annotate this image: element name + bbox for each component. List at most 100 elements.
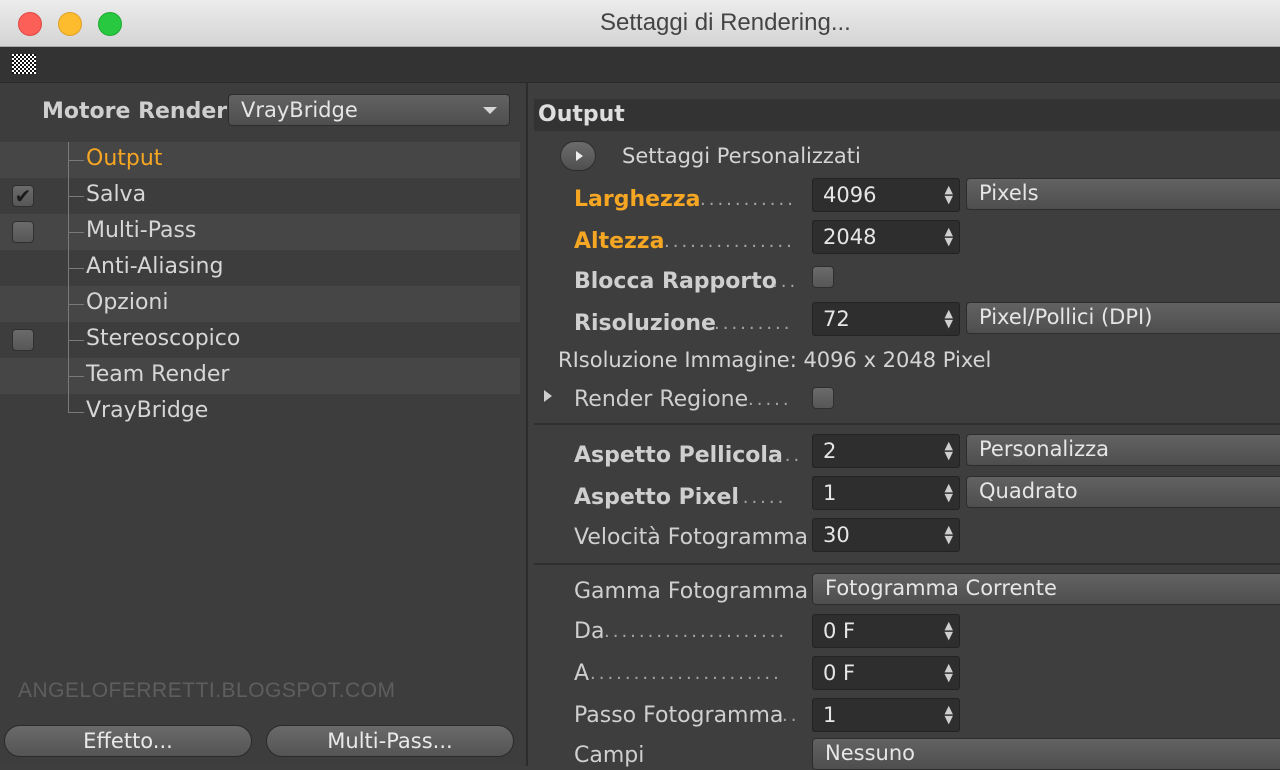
tree-connector bbox=[68, 394, 69, 412]
from-input[interactable]: 0 F ▲ ▼ bbox=[812, 614, 960, 648]
render-engine-label: Motore Render bbox=[42, 99, 228, 124]
stepper-icon[interactable]: ▲ ▼ bbox=[945, 482, 953, 503]
width-label: Larghezza bbox=[574, 187, 701, 212]
play-icon bbox=[576, 151, 583, 161]
render-engine-value: VrayBridge bbox=[241, 98, 358, 122]
width-input[interactable]: 4096 ▲ ▼ bbox=[812, 178, 960, 212]
frame-step-value: 1 bbox=[823, 703, 837, 727]
tree-item-opzioni[interactable]: Opzioni bbox=[0, 286, 520, 322]
stepper-icon[interactable]: ▲ ▼ bbox=[945, 524, 953, 545]
pixel-aspect-preset-select[interactable]: Quadrato bbox=[966, 476, 1280, 508]
leader-dots: .. bbox=[782, 705, 800, 726]
render-region-checkbox[interactable] bbox=[812, 387, 834, 409]
tree-item-team-render[interactable]: Team Render bbox=[0, 358, 520, 394]
tree-item-label: VrayBridge bbox=[86, 398, 209, 423]
minimize-window-button[interactable] bbox=[58, 12, 82, 36]
stepper-icon[interactable]: ▲ ▼ bbox=[945, 440, 953, 461]
checkmark-icon: ✔ bbox=[14, 184, 32, 208]
leader-dots: ... bbox=[776, 445, 803, 466]
tree-connector bbox=[68, 412, 84, 413]
leader-dots: ......... bbox=[714, 313, 793, 334]
width-unit-select[interactable]: Pixels bbox=[966, 178, 1280, 210]
height-label: Altezza bbox=[574, 229, 665, 254]
height-value: 2048 bbox=[823, 225, 877, 249]
fields-select[interactable]: Nessuno bbox=[812, 738, 1280, 770]
toolbar bbox=[0, 47, 1280, 83]
tree-item-label: Salva bbox=[86, 182, 147, 207]
stepper-icon[interactable]: ▲ ▼ bbox=[945, 704, 953, 725]
panel-grip-icon[interactable] bbox=[12, 54, 36, 74]
leader-dots: ...... bbox=[734, 487, 787, 508]
stepper-icon[interactable]: ▲ ▼ bbox=[945, 620, 953, 641]
from-label: Da bbox=[574, 619, 605, 644]
stepper-icon[interactable]: ▲ ▼ bbox=[945, 662, 953, 683]
output-settings-panel: Output Settaggi Personalizzati Larghezza… bbox=[528, 83, 1280, 770]
effect-button[interactable]: Effetto... bbox=[4, 725, 252, 757]
tree-connector bbox=[68, 232, 84, 233]
tree-item-label: Stereoscopico bbox=[86, 326, 241, 351]
tree-item-label: Multi-Pass bbox=[86, 218, 197, 243]
film-aspect-label: Aspetto Pellicola bbox=[574, 443, 783, 468]
tree-item-checkbox[interactable] bbox=[12, 221, 34, 243]
tree-item-salva[interactable]: ✔ Salva bbox=[0, 178, 520, 214]
stepper-icon[interactable]: ▲ ▼ bbox=[945, 226, 953, 247]
tree-connector bbox=[68, 196, 84, 197]
leader-dots: ..................... bbox=[604, 621, 788, 642]
render-settings-sidebar: Motore Render VrayBridge Output ✔ Salva Mul… bbox=[0, 83, 528, 766]
frame-range-label: Gamma Fotogramma bbox=[574, 579, 809, 604]
leader-dots: ........... bbox=[700, 189, 796, 210]
frame-range-value: Fotogramma Corrente bbox=[825, 576, 1057, 600]
pixel-aspect-input[interactable]: 1 ▲ ▼ bbox=[812, 476, 960, 510]
tree-item-anti-aliasing[interactable]: Anti-Aliasing bbox=[0, 250, 520, 286]
height-input[interactable]: 2048 ▲ ▼ bbox=[812, 220, 960, 254]
multipass-button[interactable]: Multi-Pass... bbox=[266, 725, 514, 757]
frame-rate-value: 30 bbox=[823, 523, 850, 547]
tree-item-label: Output bbox=[86, 146, 163, 171]
lock-ratio-label: Blocca Rapporto bbox=[574, 269, 777, 294]
to-label: A bbox=[574, 661, 590, 686]
maximize-window-button[interactable] bbox=[98, 12, 122, 36]
expand-arrow-icon[interactable] bbox=[544, 390, 552, 402]
preset-label: Settaggi Personalizzati bbox=[622, 144, 861, 168]
divider bbox=[534, 563, 1280, 565]
resolution-unit-select[interactable]: Pixel/Pollici (DPI) bbox=[966, 302, 1280, 334]
stepper-icon[interactable]: ▲ ▼ bbox=[945, 184, 953, 205]
stepper-icon[interactable]: ▲ ▼ bbox=[945, 308, 953, 329]
tree-item-label: Anti-Aliasing bbox=[86, 254, 224, 279]
width-unit-value: Pixels bbox=[979, 181, 1039, 205]
to-value: 0 F bbox=[823, 661, 856, 685]
to-input[interactable]: 0 F ▲ ▼ bbox=[812, 656, 960, 690]
leader-dots: ............... bbox=[664, 231, 795, 252]
divider bbox=[534, 423, 1280, 425]
film-aspect-value: 2 bbox=[823, 439, 837, 463]
window-title: Settaggi di Rendering... bbox=[600, 9, 851, 36]
tree-connector bbox=[68, 160, 84, 161]
pixel-aspect-preset-value: Quadrato bbox=[979, 479, 1078, 503]
fields-label: Campi bbox=[574, 743, 645, 768]
tree-item-checkbox[interactable]: ✔ bbox=[12, 185, 34, 207]
frame-step-input[interactable]: 1 ▲ ▼ bbox=[812, 698, 960, 732]
lock-ratio-checkbox[interactable] bbox=[812, 266, 834, 288]
tree-item-output[interactable]: Output bbox=[0, 142, 520, 178]
frame-rate-input[interactable]: 30 ▲ ▼ bbox=[812, 518, 960, 552]
preset-menu-button[interactable] bbox=[560, 141, 596, 171]
resolution-input[interactable]: 72 ▲ ▼ bbox=[812, 302, 960, 336]
tree-item-label: Team Render bbox=[86, 362, 230, 387]
tree-item-multi-pass[interactable]: Multi-Pass bbox=[0, 214, 520, 250]
tree-item-label: Opzioni bbox=[86, 290, 169, 315]
film-aspect-preset-select[interactable]: Personalizza bbox=[966, 434, 1280, 466]
tree-connector bbox=[68, 268, 84, 269]
tree-item-checkbox[interactable] bbox=[12, 329, 34, 351]
film-aspect-input[interactable]: 2 ▲ ▼ bbox=[812, 434, 960, 468]
tree-item-stereoscopico[interactable]: Stereoscopico bbox=[0, 322, 520, 358]
render-region-label: Render Regione bbox=[574, 387, 749, 412]
fields-value: Nessuno bbox=[825, 741, 915, 765]
pixel-aspect-label: Aspetto Pixel bbox=[574, 485, 739, 510]
leader-dots: ... bbox=[772, 271, 799, 292]
leader-dots: ..... bbox=[748, 389, 792, 410]
tree-item-vraybridge[interactable]: VrayBridge bbox=[0, 394, 520, 430]
render-engine-select[interactable]: VrayBridge bbox=[228, 94, 510, 126]
width-value: 4096 bbox=[823, 183, 877, 207]
frame-range-select[interactable]: Fotogramma Corrente bbox=[812, 573, 1280, 605]
close-window-button[interactable] bbox=[18, 12, 42, 36]
